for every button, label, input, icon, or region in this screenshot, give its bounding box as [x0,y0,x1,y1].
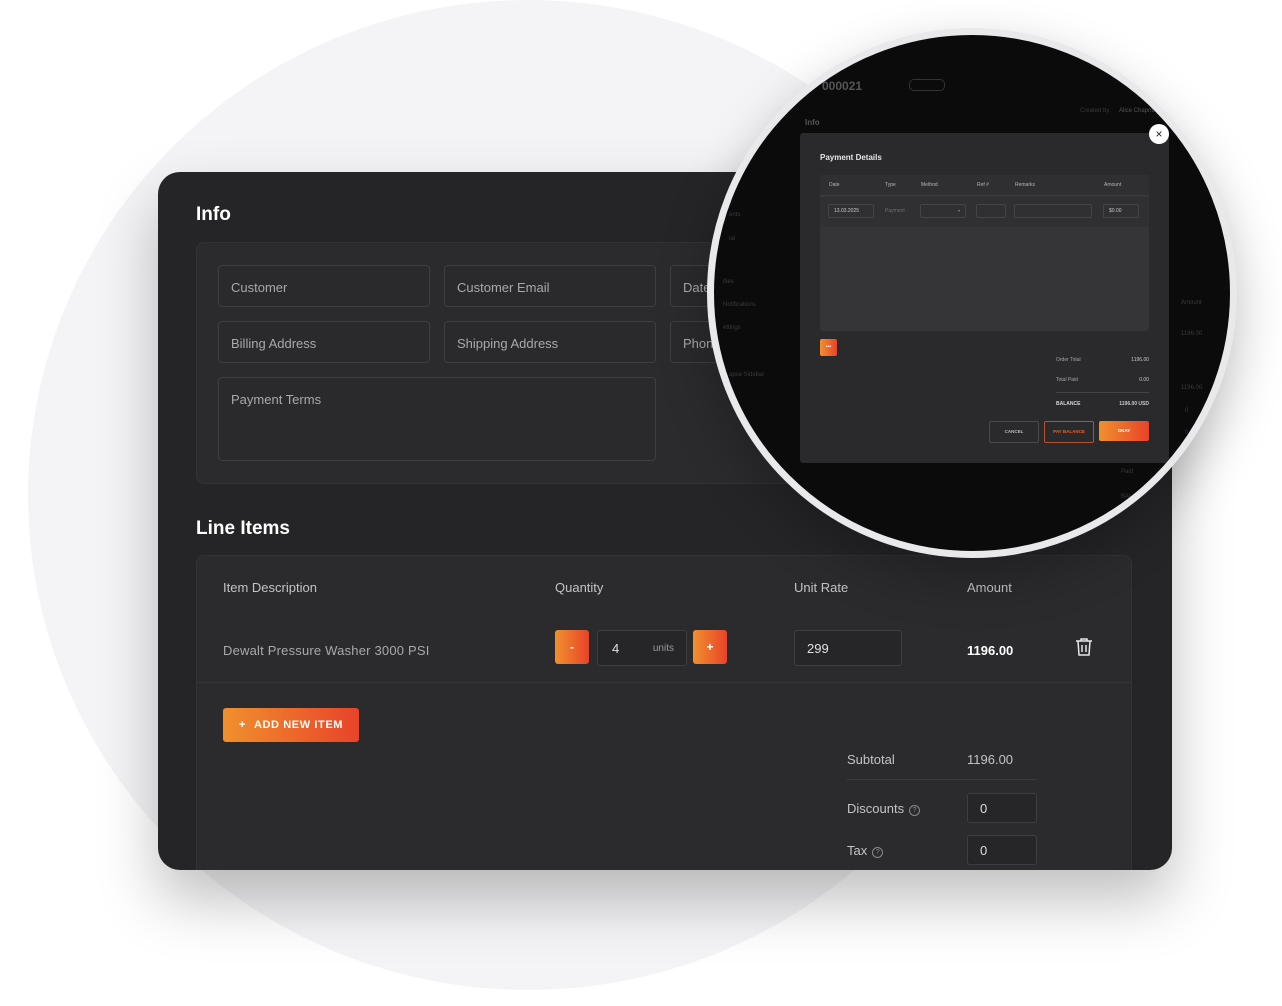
balance-value: 1196.00 USD [1119,401,1149,407]
order-id: 000021 [822,79,863,93]
quantity-value: 4 [612,641,620,656]
modal-title: Payment Details [820,153,882,162]
payment-remarks-input[interactable] [1014,204,1092,218]
totals-divider [1056,392,1149,393]
customer-field[interactable]: Customer [218,265,430,307]
customer-email-field[interactable]: Customer Email [444,265,656,307]
total-paid-label: Total Paid [1056,377,1078,383]
subtotal-label: Subtotal [847,752,895,767]
discounts-label: Discounts? [847,801,921,816]
trash-icon[interactable] [1075,637,1093,657]
order-total-value: 1196.00 [1131,357,1149,363]
sidebar-fragment: ities [723,279,734,285]
subtotal-value: 1196.00 [967,752,1014,767]
sidebar-fragment: ial [729,236,736,242]
payment-type[interactable]: Payment [885,208,905,214]
quantity-unit: units [652,643,674,654]
col-ref: Ref # [977,182,989,188]
col-amount: Amount [1104,182,1122,188]
status-pill [909,79,945,91]
col-date: Date [829,182,840,188]
amount-value-ghost-2: 1196.00 [1181,385,1203,391]
okay-button[interactable]: OKAY [1099,421,1149,441]
line-items-title: Line Items [196,518,290,539]
created-by-label: Created by [1080,108,1110,114]
payments-table: Date Type Method Ref # Remarks Amount 13… [820,175,1149,331]
help-icon[interactable]: ? [872,847,884,858]
col-remarks: Remarks [1015,182,1036,188]
unit-rate-value: 299 [807,641,829,656]
balance-label: BALANCE [1056,401,1081,407]
add-new-item-button[interactable]: + ADD NEW ITEM [223,708,359,742]
help-icon[interactable]: ? [909,805,921,816]
table-row: Dewalt Pressure Washer 3000 PSI - 4 unit… [197,616,1131,683]
sidebar-fragment: Notifications [723,302,756,308]
discounts-text: Discounts [847,801,905,816]
col-type: Type [885,182,896,188]
unit-rate-input[interactable]: 299 [794,630,902,666]
col-method: Method [921,182,938,188]
shipping-address-field[interactable]: Shipping Address [444,321,656,363]
payment-date-input[interactable]: 13.03.2025 [828,204,874,218]
col-item-description: Item Description [223,580,317,595]
close-icon[interactable]: × [1149,124,1169,144]
payment-terms-field[interactable]: Payment Terms [218,377,656,461]
chevron-down-icon: ▾ [957,208,960,213]
sidebar-fragment: ettings [723,325,741,331]
paid-ghost: Paid [1121,469,1134,475]
created-by-value: Alice Chapman [1119,108,1160,114]
amount-value-ghost: 1196.00 [1181,331,1203,337]
col-quantity: Quantity [555,580,604,595]
discounts-input[interactable]: 0 [967,793,1037,823]
col-unit-rate: Unit Rate [794,580,849,595]
info-title: Info [196,204,231,225]
payment-row: 13.03.2025 Payment ▾ $0.00 [820,197,1149,227]
cancel-button[interactable]: CANCEL [989,421,1039,443]
item-amount: 1196.00 [967,643,1014,658]
magnifier-lens: 000021 Created by Alice Chapman Info ent… [707,28,1237,558]
decrement-quantity-button[interactable]: - [555,630,589,664]
item-description: Dewalt Pressure Washer 3000 PSI [223,643,430,658]
zero-ghost-2: 0 [1185,430,1189,436]
payments-table-header: Date Type Method Ref # Remarks Amount [820,175,1149,196]
quantity-input[interactable]: 4 units [597,630,687,666]
zero-ghost: 0 [1185,408,1189,414]
payment-ref-input[interactable] [976,204,1006,218]
col-amount: Amount [967,580,1012,595]
sidebar-fragment: apse Sidebar [729,372,765,378]
info-ghost: Info [805,118,820,127]
tax-label: Tax? [847,843,884,858]
billing-address-field[interactable]: Billing Address [218,321,430,363]
payment-method-select[interactable]: ▾ [920,204,966,218]
payment-amount-input[interactable]: $0.00 [1103,204,1139,218]
order-total-label: Order Total [1056,357,1081,363]
lens-content: 000021 Created by Alice Chapman Info ent… [714,35,1230,551]
tax-text: Tax [847,843,868,858]
sidebar-fragment: ents [729,212,741,218]
line-items-panel: Item Description Quantity Unit Rate Amou… [196,555,1132,870]
add-payment-button[interactable]: ••• [820,339,837,356]
increment-quantity-button[interactable]: + [693,630,727,664]
pay-balance-button[interactable]: PAY BALANCE [1044,421,1094,443]
tax-input[interactable]: 0 [967,835,1037,865]
amount-header-ghost: Amount [1181,300,1202,306]
balance-ghost: BALANCE [1121,494,1150,500]
plus-icon: + [238,719,246,731]
total-paid-value: 0.00 [1139,377,1149,383]
add-new-item-label: ADD NEW ITEM [253,719,344,731]
payment-details-modal: Payment Details Date Type Method Ref # R… [800,133,1169,463]
subtotal-divider [847,779,1037,780]
